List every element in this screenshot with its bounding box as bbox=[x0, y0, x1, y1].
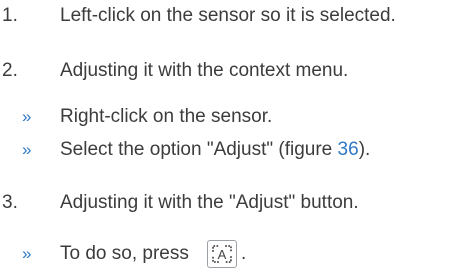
step-number: 1. bbox=[2, 5, 18, 26]
bullet-marker: » bbox=[22, 140, 32, 159]
substep-text: Right-click on the sensor. bbox=[60, 106, 273, 127]
substep-text: To do so, press bbox=[60, 243, 189, 264]
substep-text: Select the option "Adjust" (figure 36). bbox=[60, 138, 370, 162]
step-number: 2. bbox=[2, 60, 18, 81]
bullet-marker: » bbox=[22, 107, 32, 126]
step-text: Adjusting it with the "Adjust" button. bbox=[60, 192, 359, 213]
figure-link[interactable]: 36 bbox=[338, 139, 359, 160]
step-number: 3. bbox=[2, 192, 18, 213]
substep-text-after: . bbox=[241, 243, 247, 264]
step-text: Left-click on the sensor so it is select… bbox=[60, 5, 396, 26]
step-text: Adjusting it with the context menu. bbox=[60, 60, 349, 81]
adjust-icon: A bbox=[207, 240, 237, 268]
instruction-list: 1. Left-click on the sensor so it is sel… bbox=[0, 0, 451, 278]
adjust-icon-letter: A bbox=[218, 247, 227, 262]
bullet-marker: » bbox=[22, 244, 32, 263]
adjust-icon-glyph: A bbox=[212, 245, 232, 263]
substep-text-after: ). bbox=[358, 139, 371, 160]
substep-text-before: Select the option "Adjust" (figure bbox=[60, 139, 338, 160]
